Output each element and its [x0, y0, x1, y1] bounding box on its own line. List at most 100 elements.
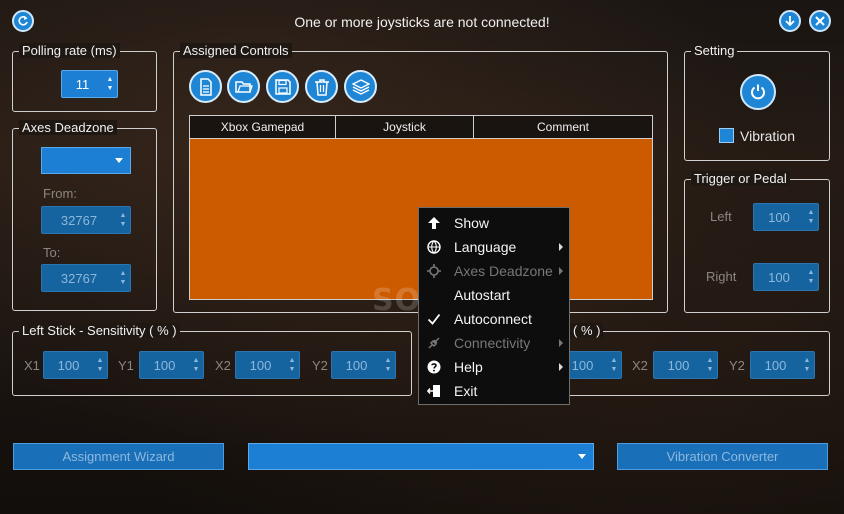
power-icon[interactable]: [740, 74, 776, 110]
column-joystick[interactable]: Joystick: [336, 116, 474, 138]
vibration-converter-button[interactable]: Vibration Converter: [617, 443, 828, 470]
spin-arrows-icon[interactable]: ▲ ▼: [804, 204, 818, 230]
left-x1-spinbox[interactable]: 100 ▲ ▼: [43, 351, 108, 379]
spin-arrows-icon[interactable]: ▲ ▼: [116, 265, 130, 291]
download-icon[interactable]: [779, 10, 801, 32]
menu-item-exit[interactable]: Exit: [419, 379, 569, 403]
axes-deadzone-label: Axes Deadzone: [19, 120, 117, 135]
menu-item-label: Exit: [454, 383, 478, 399]
window-title: One or more joysticks are not connected!: [294, 14, 550, 30]
deadzone-from-value: 32767: [60, 212, 98, 228]
device-dropdown[interactable]: [248, 443, 594, 470]
submenu-arrow-icon: [559, 339, 563, 347]
question-icon: [426, 359, 442, 375]
spin-arrows-icon[interactable]: ▲ ▼: [285, 352, 299, 378]
trigger-pedal-label: Trigger or Pedal: [691, 171, 790, 186]
spin-arrows-icon[interactable]: ▲ ▼: [804, 264, 818, 290]
polling-rate-spinbox[interactable]: 11 ▲ ▼: [61, 70, 118, 98]
context-menu: Show Language Axes Deadzone Autostart Au…: [418, 207, 570, 405]
menu-item-label: Show: [454, 215, 490, 231]
layers-icon[interactable]: [344, 70, 377, 103]
vibration-checkbox[interactable]: [719, 128, 734, 143]
spin-arrows-icon[interactable]: ▲ ▼: [607, 352, 621, 378]
to-label: To:: [43, 245, 61, 260]
trigger-pedal-group: Trigger or Pedal: [684, 171, 830, 313]
trigger-left-value: 100: [768, 209, 790, 225]
chevron-down-icon: [115, 158, 123, 163]
assignment-wizard-button[interactable]: Assignment Wizard: [13, 443, 224, 470]
plug-icon: [426, 335, 442, 351]
check-icon: [426, 311, 442, 327]
spin-arrows-icon[interactable]: ▲ ▼: [800, 352, 814, 378]
deadzone-from-spinbox[interactable]: 32767 ▲ ▼: [41, 206, 131, 234]
submenu-arrow-icon: [559, 267, 563, 275]
menu-item-label: Language: [454, 239, 517, 255]
menu-item-label: Axes Deadzone: [454, 263, 553, 279]
left-x2-value: 100: [249, 357, 272, 373]
spin-arrows-icon[interactable]: ▲ ▼: [93, 352, 107, 378]
setting-label: Setting: [691, 43, 738, 58]
left-stick-label: Left Stick - Sensitivity ( % ): [19, 323, 180, 338]
submenu-arrow-icon: [559, 243, 563, 251]
trigger-right-value: 100: [768, 269, 790, 285]
x2-label: X2: [215, 358, 231, 373]
y1-label: Y1: [118, 358, 134, 373]
spin-arrows-icon[interactable]: ▲ ▼: [116, 207, 130, 233]
exit-door-icon: [426, 383, 442, 399]
close-icon[interactable]: [809, 10, 831, 32]
spin-arrows-icon[interactable]: ▲ ▼: [381, 352, 395, 378]
menu-item-language[interactable]: Language: [419, 235, 569, 259]
trash-icon[interactable]: [305, 70, 338, 103]
trigger-left-label: Left: [710, 209, 732, 224]
polling-rate-value: 11: [75, 76, 90, 92]
menu-item-label: Connectivity: [454, 335, 531, 351]
left-y2-value: 100: [345, 357, 368, 373]
column-comment[interactable]: Comment: [474, 116, 652, 138]
y2-label: Y2: [312, 358, 328, 373]
right-x2-spinbox[interactable]: 100 ▲ ▼: [653, 351, 718, 379]
deadzone-to-spinbox[interactable]: 32767 ▲ ▼: [41, 264, 131, 292]
right-y2-value: 100: [764, 357, 787, 373]
new-document-icon[interactable]: [189, 70, 222, 103]
globe-icon: [426, 239, 442, 255]
open-folder-icon[interactable]: [227, 70, 260, 103]
arrow-up-icon: [426, 215, 442, 231]
menu-item-label: Help: [454, 359, 483, 375]
trigger-right-label: Right: [706, 269, 737, 284]
menu-item-autoconnect[interactable]: Autoconnect: [419, 307, 569, 331]
menu-item-connectivity[interactable]: Connectivity: [419, 331, 569, 355]
menu-item-help[interactable]: Help: [419, 355, 569, 379]
right-x2-label: X2: [632, 358, 648, 373]
controls-table-header: Xbox Gamepad Joystick Comment: [189, 115, 653, 139]
deadzone-dropdown[interactable]: [41, 147, 131, 174]
trigger-left-spinbox[interactable]: 100 ▲ ▼: [753, 203, 819, 231]
deadzone-to-value: 32767: [60, 270, 98, 286]
spin-arrows-icon[interactable]: ▲ ▼: [703, 352, 717, 378]
column-xbox-gamepad[interactable]: Xbox Gamepad: [190, 116, 336, 138]
submenu-arrow-icon: [559, 363, 563, 371]
left-x2-spinbox[interactable]: 100 ▲ ▼: [235, 351, 300, 379]
spin-arrows-icon[interactable]: ▲ ▼: [103, 71, 117, 97]
from-label: From:: [43, 186, 77, 201]
menu-item-label: Autoconnect: [454, 311, 532, 327]
menu-item-axes-deadzone[interactable]: Axes Deadzone: [419, 259, 569, 283]
x1-label: X1: [24, 358, 40, 373]
chevron-down-icon: [578, 454, 586, 459]
polling-rate-label: Polling rate (ms): [19, 43, 120, 58]
right-y2-label: Y2: [729, 358, 745, 373]
left-y1-spinbox[interactable]: 100 ▲ ▼: [139, 351, 204, 379]
right-y2-spinbox[interactable]: 100 ▲ ▼: [750, 351, 815, 379]
right-stick-label: ( % ): [570, 323, 604, 338]
menu-item-autostart[interactable]: Autostart: [419, 283, 569, 307]
deadzone-icon: [426, 263, 442, 279]
assigned-controls-label: Assigned Controls: [180, 43, 292, 58]
save-icon[interactable]: [266, 70, 299, 103]
trigger-right-spinbox[interactable]: 100 ▲ ▼: [753, 263, 819, 291]
right-x2-value: 100: [667, 357, 690, 373]
menu-item-show[interactable]: Show: [419, 211, 569, 235]
menu-item-label: Autostart: [454, 287, 511, 303]
vibration-label: Vibration: [740, 128, 796, 144]
left-y2-spinbox[interactable]: 100 ▲ ▼: [331, 351, 396, 379]
left-y1-value: 100: [153, 357, 176, 373]
spin-arrows-icon[interactable]: ▲ ▼: [189, 352, 203, 378]
